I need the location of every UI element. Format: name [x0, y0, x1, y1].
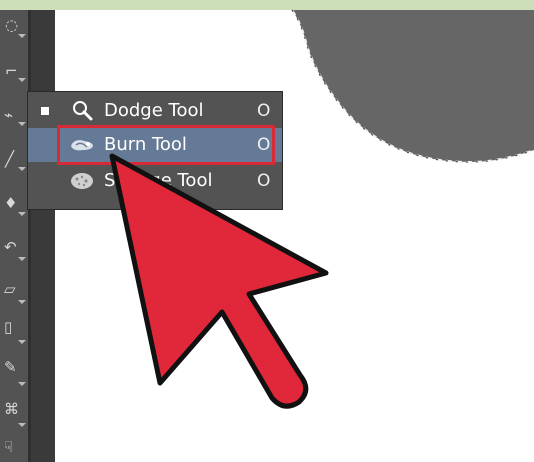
active-tool-bullet — [41, 107, 49, 115]
inactive-tool-spacer — [41, 177, 49, 185]
tool-group-indicator — [18, 300, 26, 304]
menu-item-shortcut: O — [257, 170, 271, 191]
document-canvas — [55, 10, 534, 462]
top-header-band — [0, 0, 534, 10]
inactive-tool-spacer — [41, 141, 49, 149]
pen-icon[interactable]: ✎ — [4, 360, 17, 375]
menu-item-shortcut: O — [257, 100, 271, 121]
tool-group-indicator — [18, 212, 26, 216]
screenshot-scene: ◌ ⌐ ⌁ ╱ ♦ ↶ ▱ ▯ ✎ ⌘ ☟ Dodge Tool O Burn … — [0, 0, 534, 462]
tool-group-indicator — [18, 423, 26, 427]
tool-group-indicator — [18, 382, 26, 386]
sponge-icon — [68, 169, 96, 193]
lasso-icon[interactable]: ◌ — [5, 18, 18, 33]
brush-icon[interactable]: ╱ — [5, 152, 14, 167]
history-brush-icon[interactable]: ↶ — [4, 240, 17, 255]
tools-panel-shadow — [31, 10, 55, 462]
menu-item-shortcut: O — [257, 134, 271, 155]
gradient-icon[interactable]: ▯ — [4, 320, 12, 335]
menu-item-label: Burn Tool — [104, 134, 187, 155]
tool-group-indicator — [18, 122, 26, 126]
menu-item-burn-tool[interactable]: Burn Tool O — [28, 128, 282, 162]
menu-item-label: Sponge Tool — [104, 170, 213, 191]
dodge-icon — [68, 99, 96, 123]
crop-icon[interactable]: ⌐ — [5, 64, 18, 79]
clone-stamp-icon[interactable]: ♦ — [4, 196, 17, 211]
menu-item-sponge-tool[interactable]: Sponge Tool O — [28, 164, 282, 198]
menu-item-dodge-tool[interactable]: Dodge Tool O — [28, 94, 282, 128]
tool-group-indicator — [18, 34, 26, 38]
tool-group-indicator — [18, 167, 26, 171]
tool-group-indicator — [18, 340, 26, 344]
type-icon[interactable]: ⌘ — [4, 402, 19, 417]
tool-group-indicator — [18, 78, 26, 82]
eyedropper-icon[interactable]: ⌁ — [4, 108, 13, 123]
tool-group-indicator — [18, 257, 26, 261]
tool-flyout-menu: Dodge Tool O Burn Tool O Sponge Tool O — [27, 91, 283, 210]
menu-item-label: Dodge Tool — [104, 100, 204, 121]
burn-icon — [68, 133, 96, 157]
hand-icon[interactable]: ☟ — [4, 440, 13, 455]
eraser-icon[interactable]: ▱ — [4, 282, 16, 297]
